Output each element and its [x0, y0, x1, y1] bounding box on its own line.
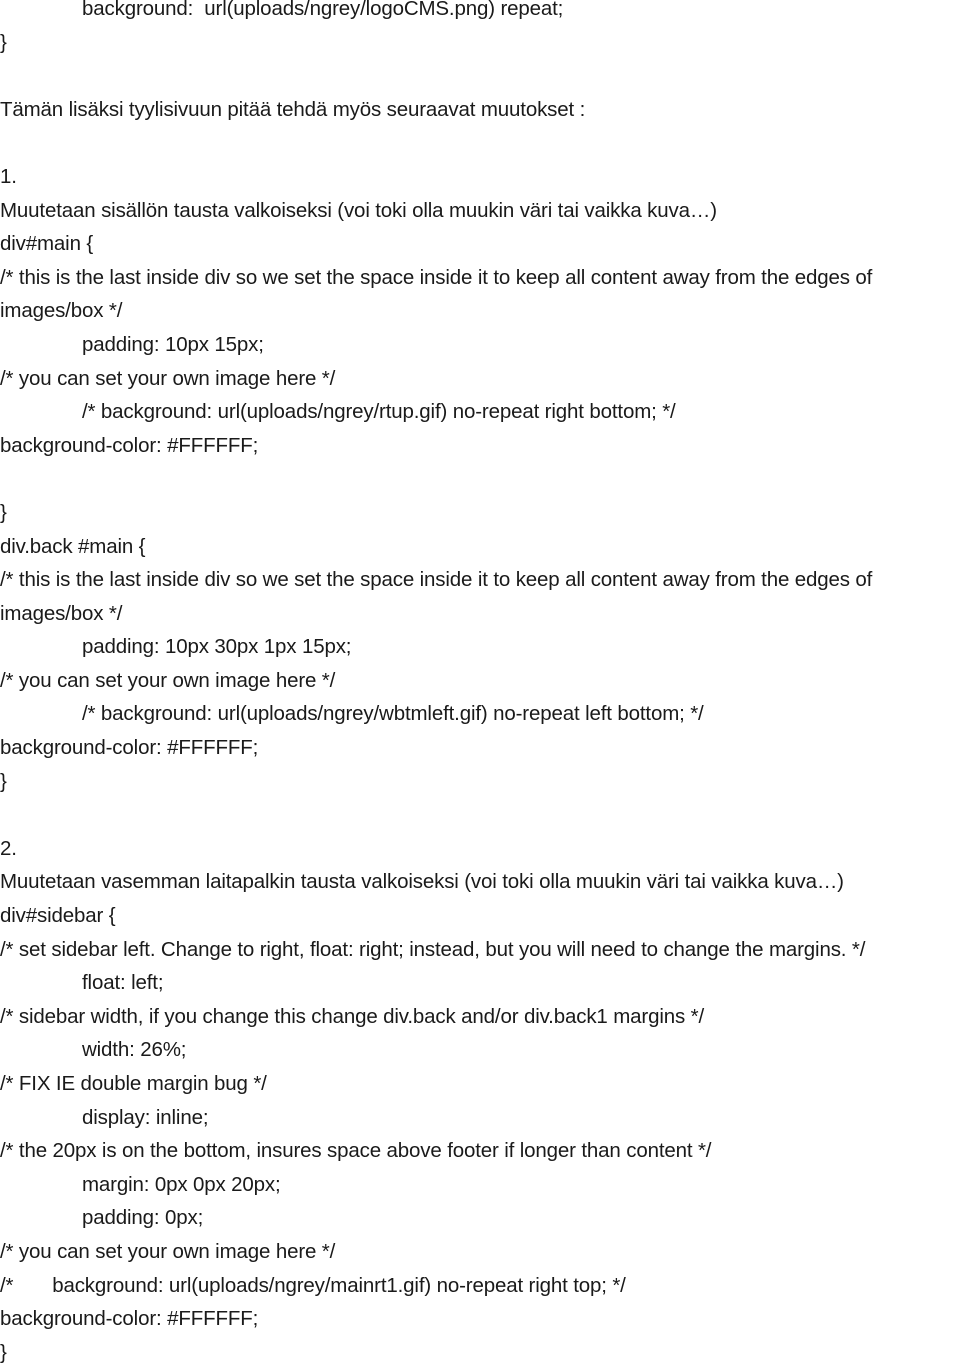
- text-line: display: inline;: [82, 1105, 209, 1129]
- text-line: padding: 0px;: [82, 1206, 204, 1230]
- text-line: float: left;: [82, 971, 164, 995]
- text-line: /* this is the last inside div so we set…: [0, 568, 873, 592]
- text-line: }: [0, 500, 7, 524]
- text-line: padding: 10px 15px;: [82, 332, 264, 356]
- text-line: /* sidebar width, if you change this cha…: [0, 1004, 704, 1028]
- text-line: }: [0, 769, 7, 793]
- text-line: /* you can set your own image here */: [0, 668, 336, 692]
- text-line: /* set sidebar left. Change to right, fl…: [0, 937, 866, 961]
- text-line: /* this is the last inside div so we set…: [0, 265, 873, 289]
- text-line: /* you can set your own image here */: [0, 366, 336, 390]
- text-line: margin: 0px 0px 20px;: [82, 1172, 281, 1196]
- text-line: background-color: #FFFFFF;: [0, 1307, 259, 1331]
- text-line: /* the 20px is on the bottom, insures sp…: [0, 1139, 712, 1163]
- text-line: 2.: [0, 836, 17, 860]
- text-line: /* background: url(uploads/ngrey/rtup.gi…: [82, 400, 676, 424]
- text-line: width: 26%;: [82, 1038, 187, 1062]
- text-line: div.back #main {: [0, 534, 146, 558]
- text-line: }: [0, 30, 7, 54]
- text-line: Muutetaan sisällön tausta valkoiseksi (v…: [0, 198, 717, 222]
- text-line: }: [0, 1340, 7, 1364]
- text-line: background-color: #FFFFFF;: [0, 736, 259, 760]
- text-line: /* FIX IE double margin bug */: [0, 1072, 267, 1095]
- text-line: padding: 10px 30px 1px 15px;: [82, 635, 352, 659]
- text-line: div#sidebar {: [0, 904, 116, 928]
- text-line: 1.: [0, 164, 17, 188]
- text-line: Muutetaan vasemman laitapalkin tausta va…: [0, 870, 844, 894]
- document-text-body: background: url(uploads/ngrey/logoCMS.pn…: [0, 0, 960, 1369]
- text-line: div#main {: [0, 232, 94, 256]
- text-line: /* background: url(uploads/ngrey/wbtmlef…: [82, 702, 704, 726]
- text-line: /* you can set your own image here */: [0, 1239, 336, 1263]
- text-line: images/box */: [0, 299, 123, 323]
- text-line: images/box */: [0, 601, 123, 625]
- text-line: background-color: #FFFFFF;: [0, 433, 259, 457]
- text-line: /* background: url(uploads/ngrey/mainrt1…: [0, 1273, 626, 1297]
- text-line: background: url(uploads/ngrey/logoCMS.pn…: [82, 0, 564, 20]
- text-line: Tämän lisäksi tyylisivuun pitää tehdä my…: [0, 97, 586, 121]
- document-page: background: url(uploads/ngrey/logoCMS.pn…: [0, 0, 960, 1364]
